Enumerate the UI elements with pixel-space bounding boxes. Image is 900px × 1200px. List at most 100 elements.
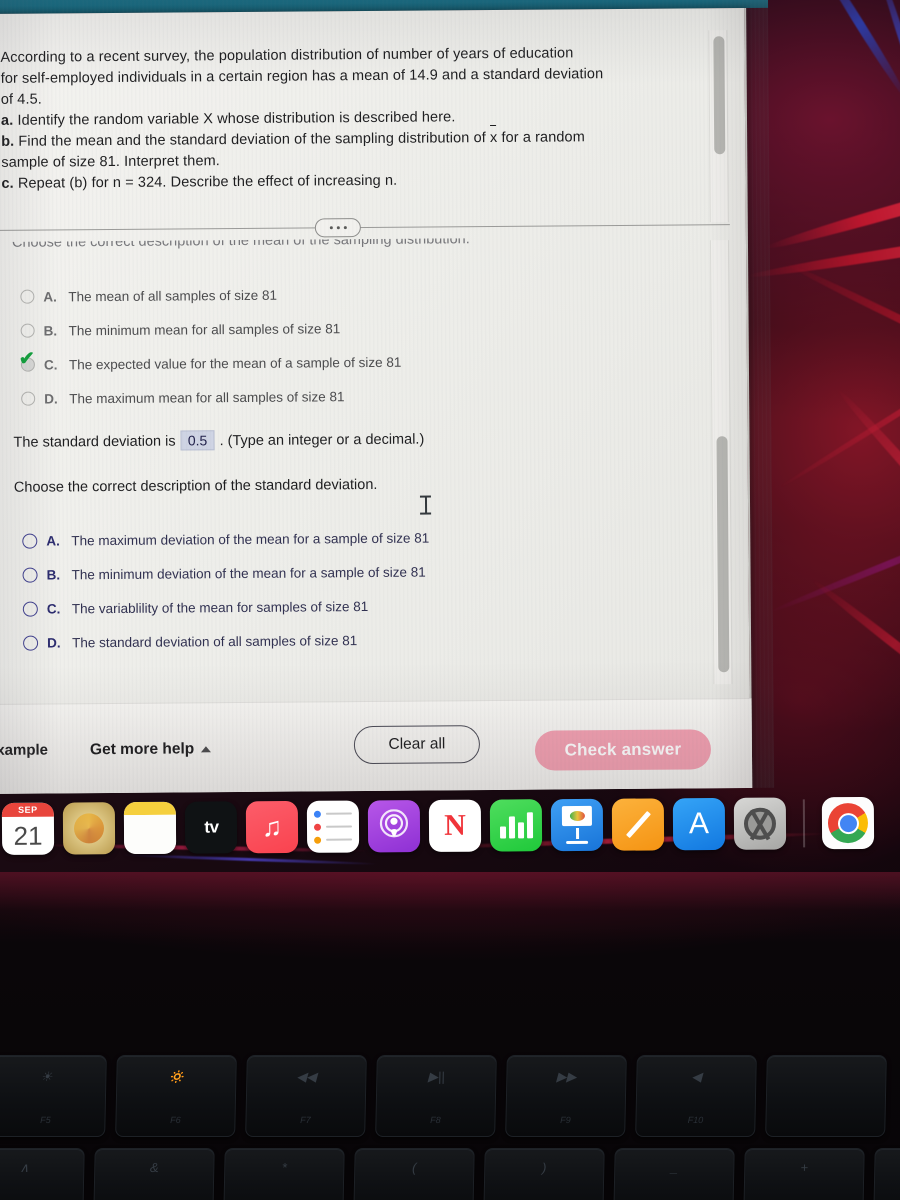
key[interactable]: 🔅 F6 <box>115 1055 237 1137</box>
splitter-handle[interactable] <box>314 218 361 238</box>
radio-button[interactable] <box>22 567 38 583</box>
answer-pane-scrollbar[interactable] <box>709 240 733 685</box>
option-letter: B. <box>43 322 58 339</box>
key[interactable]: ∧ <box>0 1148 85 1200</box>
keynote-screen-glyph <box>561 805 592 827</box>
footer-toolbar: example Get more help Clear all Check an… <box>0 697 753 794</box>
key-glyph: 🔅 <box>168 1068 185 1084</box>
key[interactable] <box>765 1055 887 1137</box>
keynote-stand-glyph <box>575 827 579 839</box>
apple-tv-label: tv <box>204 817 219 837</box>
key[interactable] <box>873 1148 900 1200</box>
option-row[interactable]: A. The maximum deviation of the mean for… <box>22 518 688 557</box>
check-answer-button[interactable]: Check answer <box>534 729 712 771</box>
mean-question-options: A. The mean of all samples of size 81 B.… <box>19 274 687 415</box>
pages-icon[interactable] <box>611 798 665 851</box>
keyboard-number-row: ∧ & * ( ) _ + <box>0 1148 900 1200</box>
key[interactable]: * <box>223 1148 345 1200</box>
system-settings-icon[interactable] <box>733 797 787 850</box>
radio-button[interactable] <box>20 289 35 304</box>
sd-question-prompt: Choose the correct description of the st… <box>13 476 378 496</box>
reminders-icon[interactable] <box>306 800 360 853</box>
radio-button[interactable] <box>23 635 39 651</box>
laptop-photo: According to a recent survey, the popula… <box>0 0 900 1200</box>
key-mute[interactable]: ◀ F10 <box>635 1055 757 1137</box>
radio-button[interactable] <box>22 601 38 617</box>
problem-statement-pane: According to a recent survey, the popula… <box>0 28 746 224</box>
part-b-label: b. <box>1 133 15 150</box>
key[interactable]: + <box>743 1148 865 1200</box>
key-fn-label: F5 <box>40 1114 51 1125</box>
keynote-icon[interactable] <box>550 798 604 852</box>
problem-pane-scrollbar[interactable] <box>708 30 729 223</box>
calendar-month-label: SEP <box>1 802 54 817</box>
radio-button[interactable] <box>20 323 35 338</box>
option-text: The minimum mean for all samples of size… <box>68 320 341 338</box>
key[interactable]: & <box>93 1148 215 1200</box>
play-pause-icon: ▶|| <box>427 1068 445 1084</box>
radio-button[interactable] <box>22 533 38 549</box>
calendar-icon[interactable]: SEP 21 <box>1 802 55 855</box>
pane-splitter[interactable] <box>0 218 730 238</box>
key[interactable]: ☀ F5 <box>0 1055 107 1137</box>
example-link[interactable]: example <box>0 742 48 759</box>
key-glyph: + <box>800 1159 809 1175</box>
option-row[interactable]: B. The minimum deviation of the mean for… <box>22 552 688 591</box>
key-glyph: * <box>281 1159 288 1175</box>
mean-question-prompt-clipped: Choose the correct description of the me… <box>2 236 686 257</box>
key-fast-forward[interactable]: ▶▶ F9 <box>505 1055 627 1137</box>
key[interactable]: _ <box>613 1148 735 1200</box>
option-text: The variablility of the mean for samples… <box>71 598 369 616</box>
sd-prefix-label: The standard deviation is <box>13 433 176 451</box>
option-row-selected[interactable]: ✔ C. The expected value for the mean of … <box>19 342 687 381</box>
chrome-icon[interactable] <box>821 796 875 850</box>
radio-button[interactable] <box>21 391 36 406</box>
rewind-icon: ◀◀ <box>296 1068 317 1084</box>
chrome-logo-glyph <box>827 802 869 844</box>
app-store-icon[interactable]: A <box>672 797 726 851</box>
key[interactable]: ) <box>483 1148 605 1200</box>
radio-button-selected[interactable]: ✔ <box>19 349 35 372</box>
option-letter: B. <box>46 566 61 583</box>
apple-tv-icon[interactable]: tv <box>184 801 238 854</box>
handle-dot <box>329 226 333 230</box>
wallpaper-strand <box>764 158 900 255</box>
key-fn-label: F8 <box>430 1114 441 1125</box>
key-rewind[interactable]: ◀◀ F7 <box>245 1055 367 1137</box>
wallpaper-strand <box>809 576 900 713</box>
photos-icon[interactable] <box>62 802 116 855</box>
keyboard-function-row: ☀ F5 🔅 F6 ◀◀ F7 ▶|| F8 ▶▶ F9 ◀ F10 <box>0 1055 887 1137</box>
text-cursor-icon <box>420 496 431 515</box>
photos-flower-glyph <box>73 813 105 844</box>
get-more-help-button[interactable]: Get more help <box>90 740 212 759</box>
key-fn-label: F9 <box>560 1114 571 1125</box>
news-icon[interactable]: N <box>428 799 482 853</box>
clear-all-button[interactable]: Clear all <box>353 725 481 765</box>
x-bar-symbol: x <box>490 128 498 149</box>
scrollbar-thumb[interactable] <box>713 36 726 155</box>
key-glyph: ∧ <box>19 1159 30 1175</box>
notes-icon[interactable] <box>123 801 177 855</box>
wallpaper-strand <box>777 315 900 491</box>
option-row[interactable]: C. The variablility of the mean for samp… <box>22 586 689 625</box>
part-a-text: Identify the random variable X whose dis… <box>13 109 456 129</box>
part-c-text: Repeat (b) for n = 324. Describe the eff… <box>13 172 398 192</box>
option-row[interactable]: D. The standard deviation of all samples… <box>23 620 689 659</box>
option-row[interactable]: D. The maximum mean for all samples of s… <box>21 376 687 415</box>
problem-part-c: c. Repeat (b) for n = 324. Describe the … <box>1 168 705 195</box>
keynote-base-glyph <box>566 840 589 845</box>
music-icon[interactable]: ♫ <box>245 800 299 854</box>
key[interactable]: ( <box>353 1148 475 1200</box>
podcasts-icon[interactable] <box>367 800 421 853</box>
option-row[interactable]: B. The minimum mean for all samples of s… <box>20 308 687 347</box>
standard-deviation-input[interactable]: 0.5 <box>180 430 215 451</box>
wallpaper-strand <box>782 259 900 389</box>
key-play-pause[interactable]: ▶|| F8 <box>375 1055 497 1137</box>
chevron-up-icon <box>201 745 212 752</box>
option-row[interactable]: A. The mean of all samples of size 81 <box>20 274 686 313</box>
scrollbar-thumb[interactable] <box>716 436 730 673</box>
part-b-tail: for a random <box>497 129 585 146</box>
podcast-waves-glyph <box>379 809 409 838</box>
pen-glyph <box>623 809 653 839</box>
numbers-icon[interactable] <box>489 799 543 852</box>
